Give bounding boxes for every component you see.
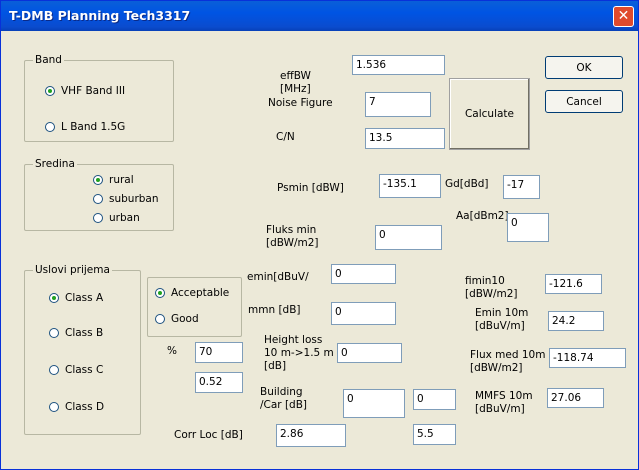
calculate-button[interactable]: Calculate <box>449 78 530 150</box>
radio-icon <box>45 86 55 96</box>
corr-loc-field-b[interactable]: 5.5 <box>413 424 456 445</box>
cn-field[interactable]: 13.5 <box>365 128 445 149</box>
fimin10-label: fimin10 [dBW/m2] <box>465 275 518 300</box>
gd-label: Gd[dBd] <box>445 178 489 190</box>
radio-icon <box>93 213 103 223</box>
fimin10-field[interactable]: -121.6 <box>545 274 602 294</box>
mmn-field[interactable]: 0 <box>331 302 396 325</box>
uslovi-option-class-c[interactable]: Class C <box>49 364 103 376</box>
height-loss-label: Height loss 10 m->1.5 m [dB] <box>264 334 334 372</box>
fluxmed10-field[interactable]: -118.74 <box>549 348 626 368</box>
dialog-window: T-DMB Planning Tech3317 ✕ Band VHF Band … <box>0 0 639 470</box>
building-field-b[interactable]: 0 <box>413 389 456 410</box>
mmfs10-label: MMFS 10m [dBuV/m] <box>475 390 533 415</box>
fluxmed10-label: Flux med 10m [dBW/m2] <box>470 349 546 374</box>
radio-icon <box>155 288 165 298</box>
radio-icon <box>49 328 59 338</box>
radio-icon <box>49 365 59 375</box>
percent-label: % <box>167 345 177 357</box>
radio-icon <box>45 122 55 132</box>
sredina-option-suburban[interactable]: suburban <box>93 193 159 205</box>
corr-loc-label: Corr Loc [dB] <box>174 429 243 441</box>
psmin-label: Psmin [dBW] <box>277 182 344 194</box>
cancel-button[interactable]: Cancel <box>545 90 623 113</box>
noise-figure-field[interactable]: 7 <box>365 92 431 117</box>
band-option-vhf[interactable]: VHF Band III <box>45 85 125 97</box>
sredina-caption: Sredina <box>33 158 77 170</box>
effbw-field[interactable]: 1.536 <box>352 55 445 75</box>
emin10-label: Emin 10m [dBuV/m] <box>475 307 529 332</box>
percent-factor-field[interactable]: 0.52 <box>195 372 243 393</box>
emin-dbuv-label: emin[dBuV/ <box>247 271 309 283</box>
sredina-option-urban[interactable]: urban <box>93 212 140 224</box>
aa-label: Aa[dBm2] <box>456 210 509 222</box>
emin10-field[interactable]: 24.2 <box>548 311 604 331</box>
uslovi-option-class-b[interactable]: Class B <box>49 327 103 339</box>
aa-field[interactable]: 0 <box>507 213 549 242</box>
height-loss-field[interactable]: 0 <box>337 343 402 363</box>
effbw-label: effBW [MHz] <box>280 70 311 95</box>
building-field-a[interactable]: 0 <box>343 389 405 418</box>
building-label: Building /Car [dB] <box>260 386 308 411</box>
emin-dbuv-field[interactable]: 0 <box>331 264 396 284</box>
cn-label: C/N <box>276 131 295 143</box>
mmfs10-field[interactable]: 27.06 <box>547 388 604 408</box>
uslovi-caption: Uslovi prijema <box>33 264 112 276</box>
fluks-min-field[interactable]: 0 <box>375 225 442 250</box>
radio-icon <box>93 194 103 204</box>
uslovi-option-class-a[interactable]: Class A <box>49 292 103 304</box>
radio-icon <box>49 293 59 303</box>
radio-icon <box>155 314 165 324</box>
psmin-field[interactable]: -135.1 <box>379 174 441 198</box>
quality-group <box>147 277 242 337</box>
ok-button[interactable]: OK <box>545 56 623 79</box>
fluks-min-label: Fluks min [dBW/m2] <box>266 224 319 249</box>
gd-field[interactable]: -17 <box>503 175 540 199</box>
radio-icon <box>93 175 103 185</box>
sredina-option-rural[interactable]: rural <box>93 174 134 186</box>
uslovi-option-class-d[interactable]: Class D <box>49 401 104 413</box>
corr-loc-field[interactable]: 2.86 <box>276 424 346 447</box>
radio-icon <box>49 402 59 412</box>
title-bar[interactable]: T-DMB Planning Tech3317 ✕ <box>1 1 638 31</box>
quality-option-good[interactable]: Good <box>155 313 199 325</box>
mmn-label: mmn [dB] <box>248 304 301 316</box>
quality-option-acceptable[interactable]: Acceptable <box>155 287 229 299</box>
noise-figure-label: Noise Figure <box>268 97 333 109</box>
percent-field[interactable]: 70 <box>195 342 243 363</box>
band-option-lband[interactable]: L Band 1.5G <box>45 121 125 133</box>
window-title: T-DMB Planning Tech3317 <box>9 8 191 23</box>
close-icon[interactable]: ✕ <box>613 6 634 27</box>
band-caption: Band <box>33 54 64 66</box>
